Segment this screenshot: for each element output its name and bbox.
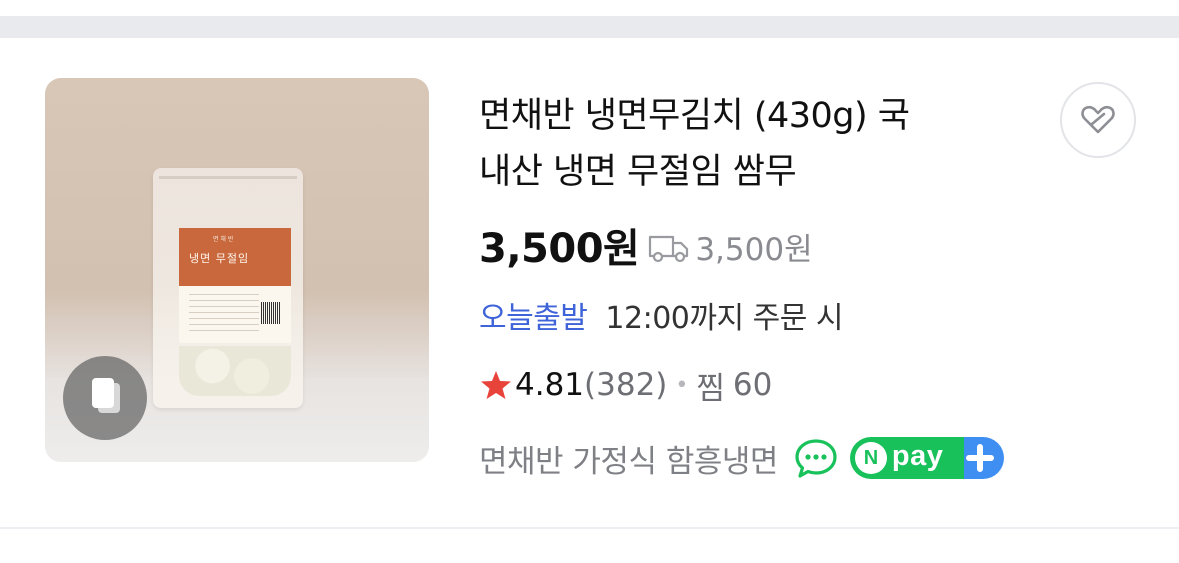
rating-value: 4.81 xyxy=(515,367,585,403)
seller-name[interactable]: 면채반 가정식 함흥냉면 xyxy=(479,436,778,481)
separator-dot: • xyxy=(675,372,689,398)
multi-image-icon[interactable] xyxy=(63,356,147,440)
npay-badge[interactable]: N pay xyxy=(849,437,1004,479)
delivery-tag: 오늘출발 xyxy=(479,301,588,336)
product-title-line-2[interactable]: 내산 냉면 무절임 쌈무 xyxy=(479,144,1039,200)
package-brand: 면 채 반 xyxy=(213,236,234,243)
npay-text: pay xyxy=(891,439,944,472)
image-card-front xyxy=(92,378,114,408)
wish-button[interactable] xyxy=(1060,82,1136,158)
radish-cubes xyxy=(179,346,291,396)
npay-n-icon: N xyxy=(854,442,887,474)
product-card[interactable]: 면 채 반 냉면 무절임 면채반 냉면무김치 (430g) 국 내산 냉면 무절… xyxy=(0,38,1179,527)
heart-icon xyxy=(1081,105,1115,134)
zzim-count: 60 xyxy=(732,367,773,403)
package-label: 면 채 반 냉면 무절임 xyxy=(179,228,291,343)
product-title-line-1[interactable]: 면채반 냉면무김치 (430g) 국 xyxy=(479,88,1039,144)
top-separator xyxy=(0,0,1179,38)
review-count[interactable]: (382) xyxy=(584,367,667,403)
package-ingredient-lines xyxy=(189,294,259,334)
product-package: 면 채 반 냉면 무절임 xyxy=(153,168,303,408)
seller-row: 면채반 가정식 함흥냉면 N pay xyxy=(479,434,1004,482)
package-zip xyxy=(159,176,297,179)
price-row: 3,500원 3,500원 xyxy=(479,220,813,272)
truck-icon xyxy=(649,235,689,263)
barcode-icon xyxy=(261,302,281,324)
star-icon xyxy=(481,371,511,399)
talk-bubble-icon[interactable] xyxy=(794,437,838,479)
zzim-label: 찜 xyxy=(696,370,725,407)
shipping-fee: 3,500원 xyxy=(695,231,813,268)
delivery-row: 오늘출발 12:00까지 주문 시 xyxy=(479,293,843,337)
rating-row: 4.81 (382) • 찜 60 xyxy=(479,363,772,407)
package-name: 냉면 무절임 xyxy=(189,252,250,265)
delivery-cutoff: 12:00까지 주문 시 xyxy=(605,301,843,336)
npay-plus-icon xyxy=(965,444,994,472)
product-title[interactable]: 면채반 냉면무김치 (430g) 국 내산 냉면 무절임 쌈무 xyxy=(479,88,1039,200)
price: 3,500원 xyxy=(479,226,640,272)
product-thumbnail[interactable]: 면 채 반 냉면 무절임 xyxy=(45,78,429,462)
section-gap xyxy=(0,16,1179,38)
card-divider xyxy=(0,527,1179,529)
